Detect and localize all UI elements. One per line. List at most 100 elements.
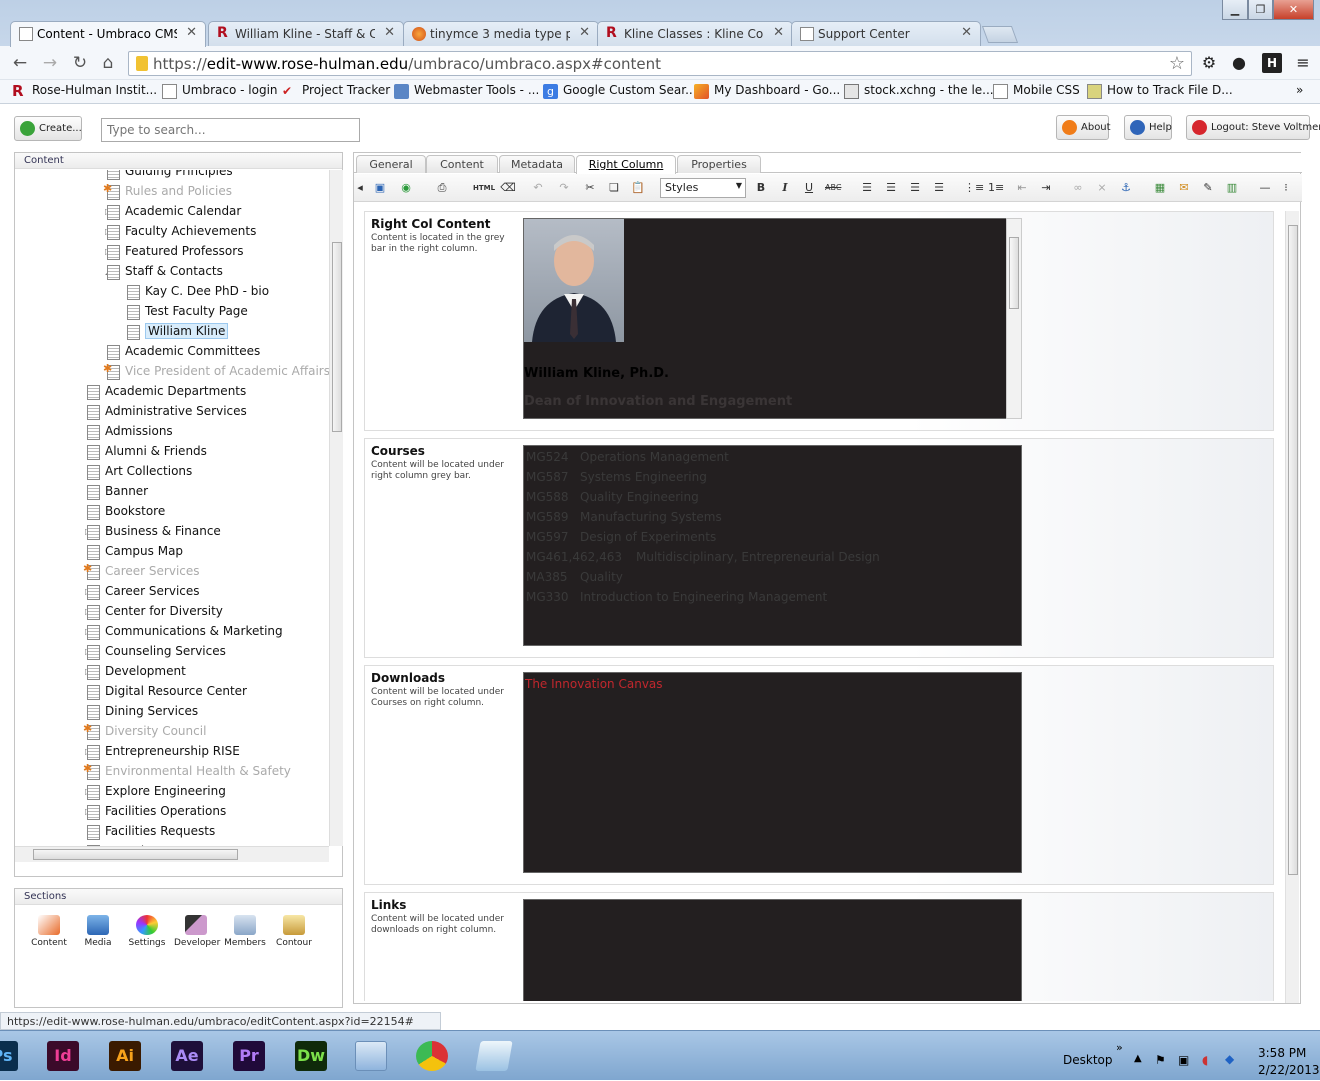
tree-node[interactable]: Admissions	[87, 424, 173, 442]
browser-tab-umbraco[interactable]: Content - Umbraco CMS - ✕	[10, 21, 206, 47]
preview-icon[interactable]: ⎙	[434, 180, 450, 196]
save-publish-icon[interactable]: ◉	[398, 180, 414, 196]
tree-node[interactable]: Art Collections	[87, 464, 192, 482]
tree-node[interactable]: Bookstore	[87, 504, 165, 522]
tree-horizontal-scrollbar[interactable]	[15, 846, 329, 862]
scroll-thumb[interactable]	[1009, 237, 1019, 309]
tab-properties[interactable]: Properties	[677, 155, 761, 173]
bookmark-webmaster-tools[interactable]: Webmaster Tools - ...	[394, 83, 539, 101]
scroll-thumb[interactable]	[1288, 225, 1298, 875]
browser-tab-kline-classes[interactable]: R Kline Classes : Kline Cours ✕	[597, 21, 793, 46]
browser-tab-tinymce[interactable]: tinymce 3 media type prol ✕	[403, 21, 599, 46]
tree-node[interactable]: Dining Services	[87, 704, 198, 722]
tree-node[interactable]: ▷Featured Professors	[105, 244, 243, 262]
tab-general[interactable]: General	[356, 155, 426, 173]
create-button[interactable]: Create...	[14, 116, 82, 141]
insert-macro-icon[interactable]: ✉	[1176, 180, 1192, 196]
html-source-icon[interactable]: HTML	[472, 180, 496, 196]
tree-node[interactable]: Kay C. Dee PhD - bio	[127, 284, 269, 302]
tab-right-column[interactable]: Right Column	[576, 155, 676, 174]
unlink-icon[interactable]: ⨯	[1094, 180, 1110, 196]
strikethrough-icon[interactable]: ABC	[825, 180, 841, 196]
horizontal-rule-icon[interactable]: —	[1257, 180, 1273, 196]
tree-node[interactable]: ◢Staff & Contacts	[105, 264, 223, 282]
underline-icon[interactable]: U	[801, 180, 817, 196]
clock-time[interactable]: 3:58 PM	[1258, 1046, 1306, 1060]
tree-node[interactable]: ▷Entrepreneurship RISE	[85, 744, 240, 762]
clock-date[interactable]: 2/22/2013	[1258, 1063, 1320, 1077]
close-icon[interactable]: ✕	[186, 25, 197, 40]
tree-node[interactable]: ▷Faculty Achievements	[105, 224, 256, 242]
redo-icon[interactable]: ↷	[556, 180, 572, 196]
section-members[interactable]: Members	[223, 915, 267, 948]
tree-node[interactable]: Test Faculty Page	[127, 304, 248, 322]
paste-icon[interactable]: 📋	[630, 180, 646, 196]
tab-content[interactable]: Content	[426, 155, 498, 173]
close-icon[interactable]: ✕	[579, 25, 590, 40]
toolbar-chevron-icon[interactable]: »	[1116, 1041, 1123, 1054]
bookmark-my-dashboard[interactable]: My Dashboard - Go...	[694, 83, 840, 101]
close-icon[interactable]: ✕	[384, 25, 395, 40]
home-button[interactable]: ⌂	[98, 53, 118, 73]
back-button[interactable]: ←	[10, 53, 30, 73]
insert-image-icon[interactable]: ▦	[1152, 180, 1168, 196]
tree-node[interactable]: ▷Facilities Operations	[85, 804, 226, 822]
editor-vertical-scrollbar[interactable]	[1285, 211, 1299, 1003]
tree-node[interactable]: ▷Development	[85, 664, 186, 682]
section-settings[interactable]: Settings	[125, 915, 169, 948]
save-icon[interactable]: ▣	[372, 180, 388, 196]
taskbar-illustrator[interactable]: Ai	[109, 1041, 141, 1071]
innovation-canvas-link[interactable]: The Innovation Canvas	[525, 677, 663, 691]
tree-node[interactable]: ✱ Vice President of Academic Affairs	[103, 362, 329, 382]
tree-node[interactable]: ▷Business & Finance	[85, 524, 221, 542]
reload-button[interactable]: ↻	[70, 53, 90, 73]
browser-tab-support[interactable]: Support Center ✕	[791, 21, 981, 46]
taskbar-notepad-icon[interactable]	[475, 1041, 513, 1071]
taskbar-premiere[interactable]: Pr	[233, 1041, 265, 1071]
tree-node[interactable]: Alumni & Friends	[87, 444, 207, 462]
bookmark-track-file[interactable]: How to Track File D...	[1087, 83, 1233, 101]
new-tab-button[interactable]	[981, 26, 1019, 43]
about-button[interactable]: About	[1056, 115, 1111, 140]
close-icon[interactable]: ✕	[773, 25, 784, 40]
help-button[interactable]: Help	[1124, 115, 1172, 140]
section-contour[interactable]: Contour	[272, 915, 316, 948]
indent-icon[interactable]: ⇥	[1038, 180, 1054, 196]
logout-button[interactable]: Logout: Steve Voltmer	[1186, 115, 1320, 140]
tree-node[interactable]: ✱ Environmental Health & Safety	[83, 762, 291, 782]
styles-dropdown[interactable]: Styles ▼	[660, 178, 746, 198]
tree-node[interactable]: Banner	[87, 484, 148, 502]
scroll-thumb[interactable]	[33, 849, 238, 860]
numbered-list-icon[interactable]: 1≡	[988, 180, 1004, 196]
tree-node[interactable]: ▷Career Services	[85, 584, 200, 602]
cut-icon[interactable]: ✂	[582, 180, 598, 196]
tree-node[interactable]: Facilities Requests	[87, 824, 215, 842]
forward-button[interactable]: →	[40, 53, 60, 73]
bullet-list-icon[interactable]: ⋮≡	[964, 180, 984, 196]
tree-node[interactable]: ▷Counseling Services	[85, 644, 226, 662]
downloads-richtext-editor[interactable]: The Innovation Canvas	[523, 672, 1022, 873]
bookmark-mobile-css[interactable]: Mobile CSS	[993, 83, 1080, 101]
tree-node[interactable]: ▷Center for Diversity	[85, 604, 223, 622]
search-input[interactable]	[101, 118, 360, 142]
italic-icon[interactable]: I	[777, 180, 793, 196]
taskbar-photoshop[interactable]: Ps	[0, 1041, 18, 1071]
show-hidden-icons[interactable]: ▲	[1134, 1053, 1142, 1064]
tree-node[interactable]: William Kline	[127, 323, 229, 342]
tree-node[interactable]: ▷Communications & Marketing	[85, 624, 283, 642]
maximize-button[interactable]: ❐	[1248, 0, 1273, 20]
bookmark-umbraco-login[interactable]: Umbraco - login	[162, 83, 278, 101]
more-tools-icon[interactable]: ⁝	[1280, 180, 1292, 196]
scroll-thumb[interactable]	[332, 242, 342, 432]
bookmark-stock-xchng[interactable]: stock.xchng - the le...	[844, 83, 994, 101]
courses-richtext-editor[interactable]: MG524 Operations Management MG587 Systems E…	[523, 445, 1022, 646]
taskbar-after-effects[interactable]: Ae	[171, 1041, 203, 1071]
taskbar-network-icon[interactable]	[355, 1041, 387, 1071]
richtext-scrollbar[interactable]	[1006, 218, 1022, 419]
action-center-flag-icon[interactable]: ⚑	[1155, 1053, 1166, 1067]
outdent-icon[interactable]: ⇤	[1014, 180, 1030, 196]
bold-icon[interactable]: B	[753, 180, 769, 196]
dropbox-icon[interactable]: ◆	[1225, 1052, 1234, 1066]
tree-node[interactable]: ✱ Career Services	[83, 562, 200, 582]
minimize-button[interactable]: ▁	[1222, 0, 1248, 20]
